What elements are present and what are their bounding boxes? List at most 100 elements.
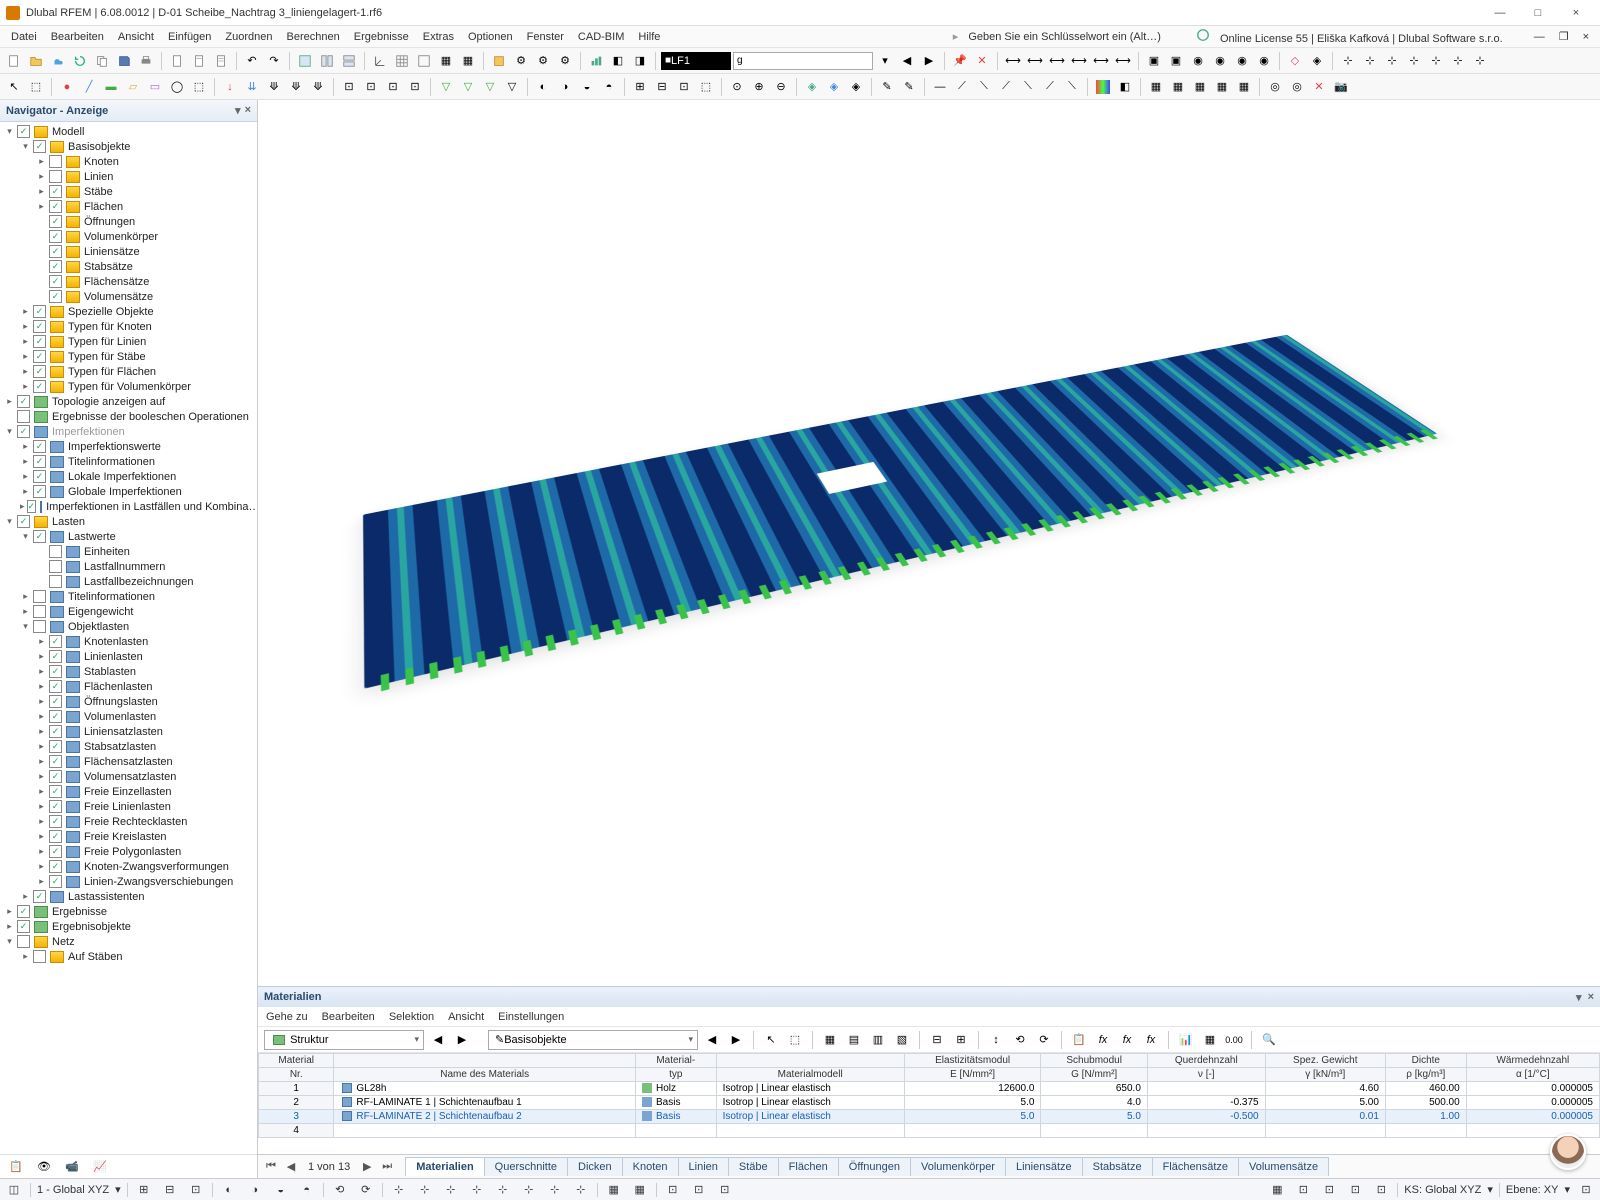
nav-btn1-icon[interactable]: 📋 bbox=[6, 1157, 26, 1177]
tree-item[interactable]: ▸✓Ergebnisse bbox=[0, 904, 257, 919]
tree-checkbox[interactable]: ✓ bbox=[17, 410, 30, 423]
mat-menu-selektion[interactable]: Selektion bbox=[389, 1011, 434, 1023]
table-tab[interactable]: Stäbe bbox=[728, 1157, 779, 1176]
col-header[interactable] bbox=[716, 1054, 904, 1068]
menu-bearbeiten[interactable]: Bearbeiten bbox=[44, 28, 111, 46]
cell[interactable]: 1.00 bbox=[1385, 1110, 1466, 1124]
view3-icon[interactable] bbox=[339, 51, 359, 71]
iso-icon[interactable]: ◈ bbox=[1307, 51, 1327, 71]
tree-arrow-icon[interactable]: ▸ bbox=[20, 501, 25, 512]
cell[interactable] bbox=[334, 1124, 636, 1138]
grid2-icon[interactable] bbox=[414, 51, 434, 71]
mt-fx-icon[interactable]: fx bbox=[1093, 1030, 1113, 1050]
tree-checkbox[interactable]: ✓ bbox=[17, 935, 30, 948]
member-icon[interactable]: ▬ bbox=[101, 77, 121, 97]
edit2-icon[interactable]: ✎ bbox=[899, 77, 919, 97]
tree-checkbox[interactable]: ✓ bbox=[49, 800, 62, 813]
tree-item[interactable]: ▸✓Stablasten bbox=[0, 664, 257, 679]
cell[interactable]: 0.000005 bbox=[1466, 1110, 1599, 1124]
zoom2-icon[interactable]: ⊕ bbox=[749, 77, 769, 97]
cell[interactable]: 12600.0 bbox=[904, 1082, 1041, 1096]
cell[interactable]: Isotrop | Linear elastisch bbox=[716, 1096, 904, 1110]
tree-checkbox[interactable]: ✓ bbox=[49, 215, 62, 228]
line3-icon[interactable]: ⟍ bbox=[974, 77, 994, 97]
view-top-icon[interactable]: ⊞ bbox=[630, 77, 650, 97]
mat-prev2-icon[interactable]: ◀ bbox=[702, 1030, 722, 1050]
cell[interactable]: 4.60 bbox=[1265, 1082, 1385, 1096]
tree-checkbox[interactable]: ✓ bbox=[49, 680, 62, 693]
print-icon[interactable] bbox=[136, 51, 156, 71]
tree-arrow-icon[interactable]: ▸ bbox=[4, 921, 15, 932]
render4-icon[interactable]: ◉ bbox=[1210, 51, 1230, 71]
table-tab[interactable]: Volumenkörper bbox=[910, 1157, 1006, 1176]
tree-item[interactable]: ▸✓Flächensatzlasten bbox=[0, 754, 257, 769]
tree-arrow-icon[interactable]: ▾ bbox=[20, 621, 31, 632]
menu-optionen[interactable]: Optionen bbox=[461, 28, 520, 46]
menu-cadbim[interactable]: CAD-BIM bbox=[571, 28, 631, 46]
mt-fx3-icon[interactable]: fx bbox=[1141, 1030, 1161, 1050]
grid3-icon[interactable]: ▦ bbox=[436, 51, 456, 71]
tree-item[interactable]: ▸✓Topologie anzeigen auf bbox=[0, 394, 257, 409]
cell[interactable]: 4 bbox=[259, 1124, 334, 1138]
tree-checkbox[interactable]: ✓ bbox=[49, 740, 62, 753]
mat-close-icon[interactable]: × bbox=[1588, 991, 1594, 1004]
tree-checkbox[interactable]: ✓ bbox=[49, 695, 62, 708]
col-header[interactable]: Material bbox=[259, 1054, 334, 1068]
sb-i10[interactable]: ⊹ bbox=[389, 1180, 409, 1200]
sb-r3[interactable]: ⊡ bbox=[1319, 1180, 1339, 1200]
cell[interactable]: 0.000005 bbox=[1466, 1096, 1599, 1110]
cell[interactable] bbox=[1466, 1124, 1599, 1138]
cell[interactable]: 5.00 bbox=[1265, 1096, 1385, 1110]
tree-arrow-icon[interactable]: ▸ bbox=[36, 801, 47, 812]
cell[interactable]: Holz bbox=[636, 1082, 717, 1096]
3d-viewport[interactable] bbox=[258, 100, 1600, 986]
render6-icon[interactable]: ◉ bbox=[1254, 51, 1274, 71]
pin-icon[interactable]: 📌 bbox=[950, 51, 970, 71]
cell[interactable]: 5.0 bbox=[904, 1110, 1041, 1124]
tree-arrow-icon[interactable]: ▸ bbox=[20, 951, 31, 962]
cell[interactable]: RF-LAMINATE 1 | Schichtenaufbau 1 bbox=[334, 1096, 636, 1110]
tree-item[interactable]: ▸✓Volumensatzlasten bbox=[0, 769, 257, 784]
tree-arrow-icon[interactable]: ▸ bbox=[36, 771, 47, 782]
render5-icon[interactable]: ◉ bbox=[1232, 51, 1252, 71]
tree-arrow-icon[interactable]: ▸ bbox=[36, 786, 47, 797]
tree-checkbox[interactable]: ✓ bbox=[33, 455, 46, 468]
tree-checkbox[interactable]: ✓ bbox=[49, 830, 62, 843]
undo-icon[interactable]: ↶ bbox=[242, 51, 262, 71]
open-icon[interactable] bbox=[26, 51, 46, 71]
cube1-icon[interactable]: ◈ bbox=[802, 77, 822, 97]
tree-item[interactable]: ▸✓Volumenlasten bbox=[0, 709, 257, 724]
tree-item[interactable]: ▸✓Typen für Stäbe bbox=[0, 349, 257, 364]
sup4-icon[interactable]: ▽ bbox=[502, 77, 522, 97]
tree-checkbox[interactable]: ✓ bbox=[49, 560, 62, 573]
cell[interactable]: Isotrop | Linear elastisch bbox=[716, 1082, 904, 1096]
cell[interactable]: Isotrop | Linear elastisch bbox=[716, 1110, 904, 1124]
table-tab[interactable]: Flächensätze bbox=[1152, 1157, 1239, 1176]
sb-i19[interactable]: ▦ bbox=[630, 1180, 650, 1200]
new-icon[interactable] bbox=[4, 51, 24, 71]
sb-i12[interactable]: ⊹ bbox=[441, 1180, 461, 1200]
tree-checkbox[interactable]: ✓ bbox=[49, 155, 62, 168]
col-header[interactable]: Material- bbox=[636, 1054, 717, 1068]
tree-item[interactable]: ▾✓Objektlasten bbox=[0, 619, 257, 634]
cell[interactable] bbox=[1265, 1124, 1385, 1138]
line2-icon[interactable]: ⟋ bbox=[952, 77, 972, 97]
page-next-icon[interactable]: ▶ bbox=[358, 1160, 376, 1173]
mat-next-icon[interactable]: ▶ bbox=[452, 1030, 472, 1050]
mat-combo-struktur[interactable]: Struktur bbox=[264, 1030, 424, 1050]
tree-item[interactable]: ✓Ergebnisse der booleschen Operationen bbox=[0, 409, 257, 424]
tree-item[interactable]: ▾✓Basisobjekte bbox=[0, 139, 257, 154]
tree-arrow-icon[interactable]: ▸ bbox=[20, 381, 31, 392]
table-tab[interactable]: Stabsätze bbox=[1082, 1157, 1153, 1176]
tree-arrow-icon[interactable]: ▾ bbox=[4, 126, 15, 137]
cell[interactable]: 460.00 bbox=[1385, 1082, 1466, 1096]
tree-checkbox[interactable]: ✓ bbox=[49, 200, 62, 213]
tree-item[interactable]: ▾✓Lastwerte bbox=[0, 529, 257, 544]
keyword-hint[interactable]: ▸ Geben Sie ein Schlüsselwort ein (Alt…) bbox=[946, 27, 1175, 46]
cell[interactable]: -0.500 bbox=[1147, 1110, 1265, 1124]
tree-arrow-icon[interactable]: ▸ bbox=[36, 666, 47, 677]
mat-menu-gehezu[interactable]: Gehe zu bbox=[266, 1011, 308, 1023]
sb-r6[interactable]: ⊡ bbox=[1576, 1180, 1596, 1200]
tree-arrow-icon[interactable]: ▸ bbox=[20, 891, 31, 902]
tree-arrow-icon[interactable]: ▸ bbox=[36, 201, 47, 212]
